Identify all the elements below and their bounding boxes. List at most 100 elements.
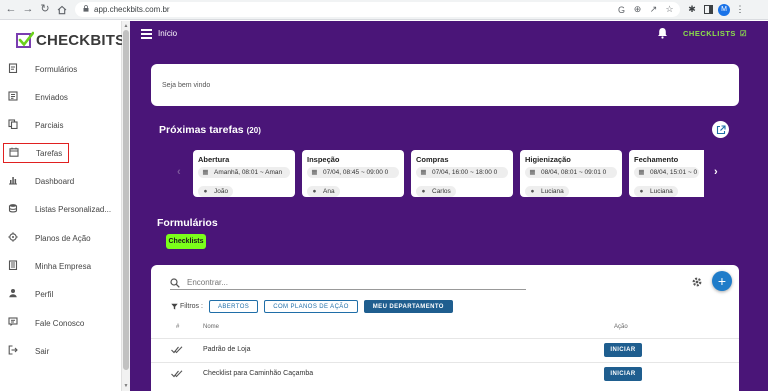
logo-text: CHECKBITS: [36, 31, 126, 49]
home-icon[interactable]: [55, 3, 69, 17]
task-time: ▦ 08/04, 08:01 ~ 09:01 0: [525, 167, 617, 178]
open-tasks-button[interactable]: [712, 121, 729, 138]
table-header: # Nome Ação: [151, 322, 739, 334]
table-row: Checklist para Caminhão Caçamba INICIAR: [151, 362, 739, 385]
list-icon: [6, 90, 20, 104]
task-user-name: Carlos: [432, 188, 451, 195]
extensions-icon[interactable]: ✱: [686, 4, 698, 16]
filters-row: Filtros : ABERTOS COM PLANOS DE AÇÃO MEU…: [171, 300, 459, 313]
google-icon[interactable]: G: [616, 5, 627, 15]
address-bar[interactable]: app.checkbits.com.br G ⊕ ↗ ☆: [75, 2, 680, 17]
sidebar-item-fale-conosco[interactable]: Fale Conosco: [0, 313, 122, 333]
plus-icon: +: [717, 273, 727, 289]
task-card[interactable]: Abertura ▦ Amanhã, 08:01 ~ Aman ● João: [193, 150, 295, 197]
back-icon[interactable]: ←: [4, 3, 18, 17]
sidebar: CHECKBITS Formulários Enviados Parciais …: [0, 21, 125, 391]
sidebar-scrollbar-thumb[interactable]: [123, 30, 129, 370]
column-num: #: [176, 324, 180, 330]
task-user: ● Luciana: [634, 186, 678, 197]
sidebar-item-tarefas[interactable]: Tarefas: [3, 143, 69, 163]
reload-icon[interactable]: ↻: [38, 3, 52, 17]
scroll-up-icon[interactable]: ▲: [122, 22, 130, 30]
star-icon[interactable]: ☆: [664, 4, 675, 15]
sidebar-item-label: Parciais: [35, 120, 64, 130]
page-title: Início: [158, 29, 178, 38]
sidebar-item-planos[interactable]: Planos de Ação: [0, 228, 122, 248]
iniciar-button[interactable]: INICIAR: [604, 367, 642, 381]
sidebar-item-label: Tarefas: [36, 148, 63, 158]
sidebar-item-listas[interactable]: Listas Personalizad...: [0, 199, 122, 219]
calendar-icon: ▦: [529, 169, 536, 176]
task-time-text: Amanhã, 08:01 ~ Aman: [214, 169, 283, 176]
database-icon: [6, 203, 20, 216]
app-header: Início CHECKLISTS ☑: [130, 21, 768, 47]
main-content: Início CHECKLISTS ☑ Seja bem vindo Próxim…: [130, 21, 768, 391]
double-check-icon: [171, 370, 183, 378]
task-time-text: 07/04, 08:45 ~ 09:00 0: [323, 169, 389, 176]
task-user: ● Luciana: [525, 186, 569, 197]
gear-icon[interactable]: [691, 275, 703, 287]
filter-planos-button[interactable]: COM PLANOS DE AÇÃO: [264, 300, 358, 313]
sidebar-item-sair[interactable]: Sair: [0, 341, 122, 361]
building-icon: [6, 259, 20, 273]
checkbox-icon: ☑: [739, 29, 748, 38]
sidebar-item-label: Listas Personalizad...: [35, 204, 112, 214]
sidebar-item-perfil[interactable]: Perfil: [0, 284, 122, 304]
person-icon: ●: [312, 188, 317, 195]
task-title: Compras: [416, 155, 449, 164]
kebab-menu-icon[interactable]: ⋮: [734, 4, 746, 16]
sidebar-item-label: Minha Empresa: [35, 261, 92, 271]
welcome-text: Seja bem vindo: [162, 81, 211, 89]
double-check-icon: [171, 346, 183, 354]
checklists-link[interactable]: CHECKLISTS ☑: [683, 29, 747, 38]
checklists-chip[interactable]: Checklists: [166, 234, 206, 249]
sidebar-item-label: Fale Conosco: [35, 318, 85, 328]
task-time: ▦ 08/04, 15:01 ~ 0: [634, 167, 699, 178]
bell-icon[interactable]: [657, 26, 668, 39]
sidebar-item-minha-empresa[interactable]: Minha Empresa: [0, 256, 122, 276]
task-time: ▦ 07/04, 08:45 ~ 09:00 0: [307, 167, 399, 178]
filter-abertos-button[interactable]: ABERTOS: [208, 300, 259, 313]
table-row: Padrão de Loja INICIAR: [151, 338, 739, 361]
sidebar-item-parciais[interactable]: Parciais: [0, 115, 122, 135]
task-time: ▦ 07/04, 16:00 ~ 18:00 0: [416, 167, 508, 178]
upcoming-tasks-label: Próximas tarefas: [159, 124, 244, 136]
filter-icon: [171, 303, 178, 310]
carousel-prev-icon[interactable]: ‹: [177, 166, 181, 178]
form-name: Padrão de Loja: [203, 346, 251, 353]
search-input[interactable]: [187, 278, 487, 287]
carousel-next-icon[interactable]: ›: [714, 166, 718, 178]
share-icon[interactable]: ↗: [648, 4, 659, 15]
task-card[interactable]: Inspeção ▦ 07/04, 08:45 ~ 09:00 0 ● Ana: [302, 150, 404, 197]
sidebar-item-enviados[interactable]: Enviados: [0, 87, 122, 107]
sidebar-item-dashboard[interactable]: Dashboard: [0, 171, 122, 191]
filters-label-text: Filtros :: [180, 303, 203, 310]
calendar-icon: ▦: [202, 169, 209, 176]
task-card[interactable]: Fechamento ▦ 08/04, 15:01 ~ 0 ● Luciana: [629, 150, 704, 197]
hamburger-menu-icon[interactable]: [141, 29, 152, 39]
task-card[interactable]: Higienização ▦ 08/04, 08:01 ~ 09:01 0 ● Lu…: [520, 150, 622, 197]
filter-departamento-button[interactable]: MEU DEPARTAMENTO: [363, 300, 453, 313]
sidebar-item-formularios[interactable]: Formulários: [0, 59, 122, 79]
task-user-name: João: [214, 188, 229, 195]
sidebar-toggle-icon[interactable]: [702, 4, 714, 16]
task-card[interactable]: Compras ▦ 07/04, 16:00 ~ 18:00 0 ● Carlos: [411, 150, 513, 197]
checklists-label: CHECKLISTS: [683, 29, 736, 38]
scroll-down-icon[interactable]: ▼: [122, 382, 130, 390]
task-time-text: 08/04, 08:01 ~ 09:01 0: [541, 169, 607, 176]
forms-title: Formulários: [157, 217, 218, 229]
filters-label: Filtros :: [171, 303, 203, 310]
copy-icon: [6, 118, 20, 132]
forward-icon[interactable]: →: [21, 3, 35, 17]
task-title: Fechamento: [634, 155, 679, 164]
zoom-icon[interactable]: ⊕: [632, 4, 643, 15]
checkbits-logo[interactable]: CHECKBITS: [16, 29, 125, 51]
external-link-icon: [716, 124, 726, 134]
calendar-icon: [7, 147, 21, 160]
add-form-button[interactable]: +: [712, 271, 732, 291]
iniciar-button[interactable]: INICIAR: [604, 343, 642, 357]
profile-avatar[interactable]: M: [718, 3, 730, 16]
calendar-icon: ▦: [420, 169, 427, 176]
sidebar-item-label: Formulários: [35, 64, 78, 74]
lock-icon: [83, 5, 89, 14]
